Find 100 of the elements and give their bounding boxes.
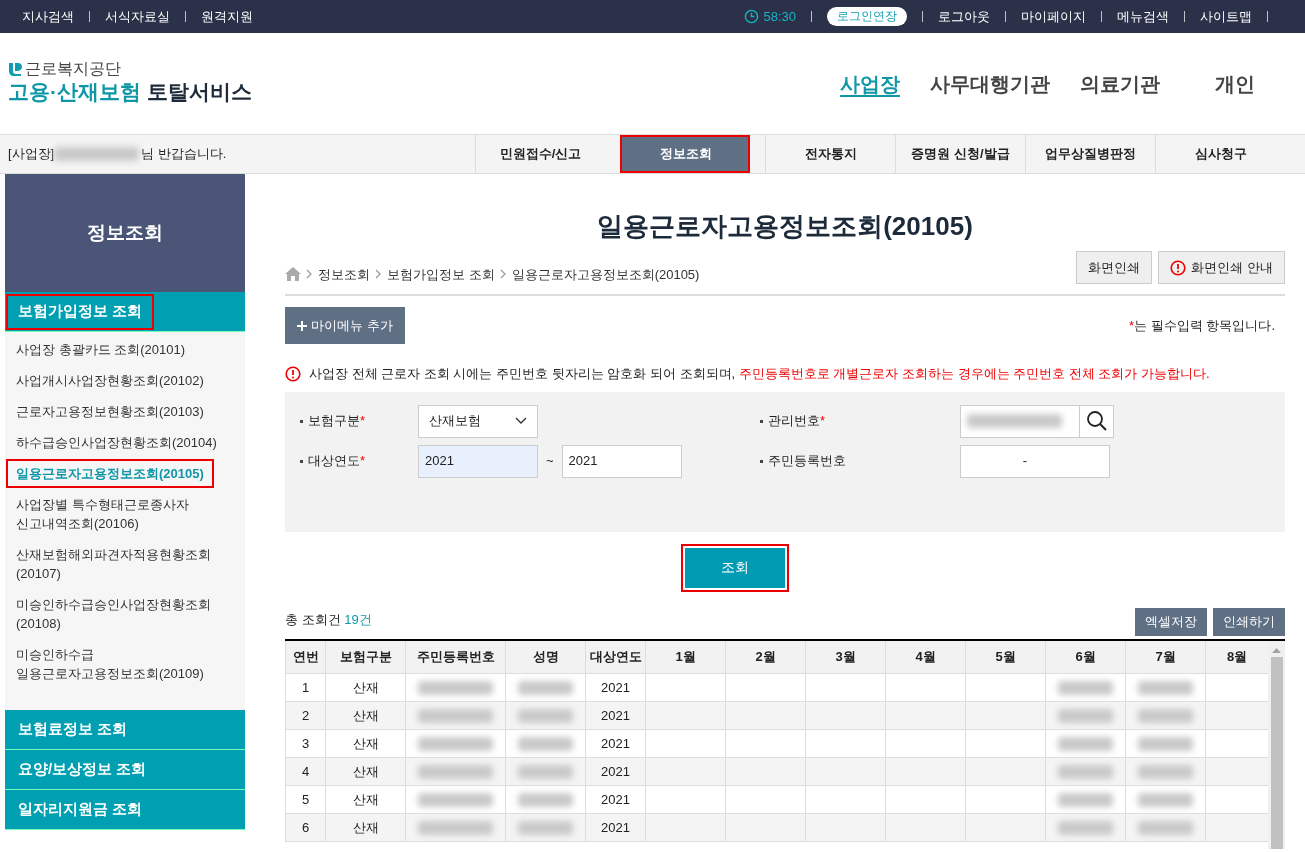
column-header: 주민등록번호 <box>405 640 506 674</box>
year-to-field[interactable]: 2021 <box>561 444 682 478</box>
service-name: 고용·산재보험 토탈서비스 <box>8 79 252 106</box>
table-cell: 산재 <box>325 757 406 786</box>
chevron-icon <box>499 269 507 280</box>
table-cell: 산재 <box>325 729 406 758</box>
blurred-text <box>518 793 573 808</box>
welcome-text: 님 반갑습니다. <box>141 145 227 164</box>
warning-icon <box>1170 259 1187 276</box>
submenu-item[interactable]: 산재보험해외파견자적용현황조회 (20107) <box>8 542 219 586</box>
breadcrumb-link[interactable]: 정보조회 <box>318 264 370 284</box>
nav-tab[interactable]: 전자통지 <box>765 135 895 173</box>
chevron-icon <box>306 269 313 280</box>
welcome-prefix: [사업장] <box>8 145 55 164</box>
year-from-field[interactable]: 2021 <box>418 444 538 478</box>
main-nav-link[interactable]: 사무대행기관 <box>930 68 1050 99</box>
column-header: 6월 <box>1045 640 1126 674</box>
submenu-item[interactable]: 사업장별 특수형태근로종사자 신고내역조회(20106) <box>8 492 197 536</box>
table-cell: 6 <box>285 813 326 842</box>
org-name: 근로복지공단 <box>25 61 121 78</box>
submenu-item[interactable]: 미승인하수급승인사업장현황조회 (20108) <box>8 592 219 636</box>
top-link[interactable]: 메뉴검색 <box>1117 6 1169 27</box>
top-link[interactable]: 마이페이지 <box>1021 6 1086 27</box>
blurred-text <box>1058 793 1113 808</box>
print-button[interactable]: 화면인쇄 안내 <box>1158 251 1285 284</box>
submenu-item[interactable]: 근로자고용정보현황조회(20103) <box>8 399 212 424</box>
field-label: 보험구분* <box>300 411 418 431</box>
blurred-text <box>518 737 573 752</box>
table-cell: 3 <box>285 729 326 758</box>
column-header: 7월 <box>1125 640 1206 674</box>
table-cell: 2021 <box>585 729 646 758</box>
submenu-item[interactable]: 사업개시사업장현황조회(20102) <box>8 368 212 393</box>
required-legend: *는 필수입력 항목입니다. <box>1129 315 1285 336</box>
table-cell: 2021 <box>585 813 646 842</box>
nav-tab[interactable]: 민원접수/신고 <box>475 135 605 173</box>
column-header: 3월 <box>805 640 886 674</box>
column-header: 5월 <box>965 640 1046 674</box>
breadcrumb-link[interactable]: 일용근로자고용정보조회(20105) <box>511 264 700 284</box>
timer-text: 58:30 <box>763 7 796 26</box>
top-link[interactable]: 사이트맵 <box>1200 6 1252 27</box>
column-header: 연번 <box>285 640 326 674</box>
result-button[interactable]: 인쇄하기 <box>1213 607 1285 636</box>
field-label: 주민등록번호 <box>760 451 960 471</box>
notice-text: 사업장 전체 근로자 조회 시에는 주민번호 뒷자리는 암호화 되어 조회되며, 주민등록번호로 개별근로자 조회하는 경우에는 주민번호 전체 조회가 가능합니다. <box>309 365 1210 383</box>
nav-tab[interactable]: 업무상질병판정 <box>1025 135 1155 173</box>
blurred-text <box>518 821 573 836</box>
scrollbar[interactable] <box>1268 640 1285 849</box>
print-button[interactable]: 화면인쇄 <box>1076 251 1153 284</box>
submenu-item[interactable]: 하수급승인사업장현황조회(20104) <box>8 430 225 455</box>
blurred-text <box>518 765 573 780</box>
top-link[interactable]: 원격지원 <box>201 6 253 27</box>
logo-icon <box>8 61 22 77</box>
submenu-item[interactable]: 미승인하수급 일용근로자고용정보조회(20109) <box>8 642 212 686</box>
blurred-text <box>518 709 573 724</box>
table-cell: 산재 <box>325 785 406 814</box>
add-my-menu-button[interactable]: 마이메뉴 추가 <box>285 307 405 344</box>
table-cell: 산재 <box>325 813 406 842</box>
main-nav-link[interactable]: 개인 <box>1215 68 1255 99</box>
top-link[interactable]: 서식자료실 <box>105 6 170 27</box>
chevron-down-icon <box>515 417 527 425</box>
blurred-text <box>518 681 573 696</box>
blurred-text <box>1058 681 1113 696</box>
text-field[interactable]: - <box>960 444 1110 478</box>
tilde-text: ~ <box>546 452 554 471</box>
blurred-text <box>1058 737 1113 752</box>
page-title: 일용근로자고용정보조회(20105) <box>596 210 974 243</box>
field-label: 대상연도* <box>300 451 418 471</box>
home-icon[interactable] <box>285 267 301 282</box>
blurred-text <box>1138 765 1193 780</box>
blurred-text <box>1138 737 1193 752</box>
result-button[interactable]: 엑셀저장 <box>1135 607 1207 636</box>
submenu-item[interactable]: 사업장 총괄카드 조회(20101) <box>8 337 194 362</box>
nav-tab[interactable]: 증명원 신청/발급 <box>895 135 1025 173</box>
nav-tab[interactable]: 심사청구 <box>1155 135 1285 173</box>
nav-tab[interactable]: 정보조회 <box>620 135 750 173</box>
table-cell: 2 <box>285 701 326 730</box>
breadcrumb-link[interactable]: 보험가입정보 조회 <box>387 264 495 284</box>
table-cell: 2021 <box>585 757 646 786</box>
blurred-text <box>1058 709 1113 724</box>
sidebar-title: 정보조회 <box>87 220 163 245</box>
main-nav-link[interactable]: 의료기관 <box>1080 68 1160 99</box>
table-cell: 4 <box>285 757 326 786</box>
text-field[interactable] <box>960 404 1080 438</box>
table-cell: 5 <box>285 785 326 814</box>
column-header: 1월 <box>645 640 726 674</box>
top-link[interactable]: 로그아웃 <box>938 6 990 27</box>
column-header: 2월 <box>725 640 806 674</box>
clock-icon <box>744 9 760 24</box>
result-count: 총 조회건 19건 <box>285 611 372 629</box>
blurred-text <box>1138 709 1193 724</box>
top-link[interactable]: 지사검색 <box>22 6 74 27</box>
blurred-text <box>1058 765 1113 780</box>
scroll-up-icon[interactable] <box>1272 646 1281 653</box>
column-header: 대상연도 <box>585 640 646 674</box>
search-button[interactable] <box>1080 404 1114 438</box>
column-header: 4월 <box>885 640 966 674</box>
column-header: 보험구분 <box>325 640 406 674</box>
select-field[interactable]: 산재보험 <box>418 404 538 438</box>
column-header: 성명 <box>505 640 586 674</box>
table-cell: 산재 <box>325 673 406 702</box>
